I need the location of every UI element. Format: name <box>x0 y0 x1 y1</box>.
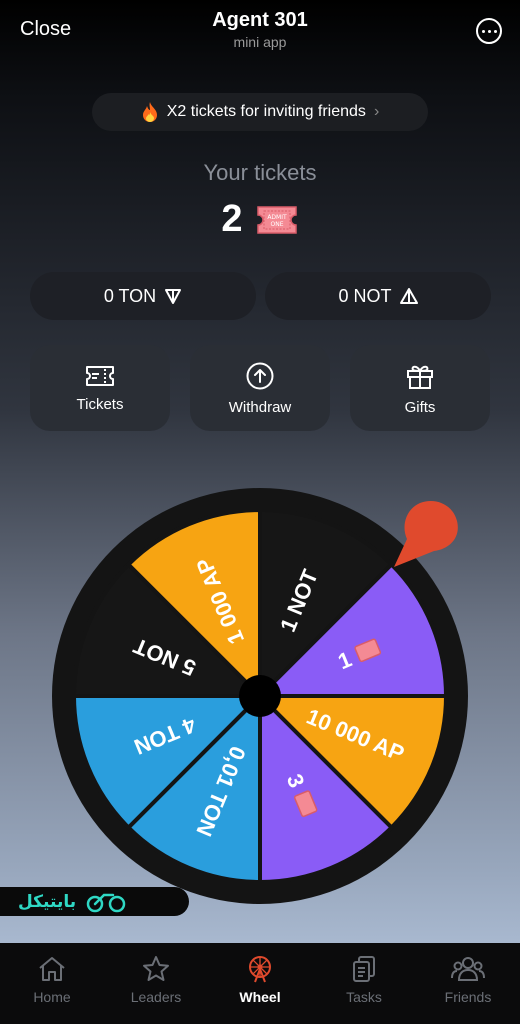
ferris-wheel-icon <box>249 956 271 983</box>
app-title: Agent 301 <box>212 9 308 31</box>
watermark-text: بایتیکل <box>18 891 77 911</box>
svg-text:ADMIT: ADMIT <box>267 214 287 221</box>
gift-icon <box>407 365 433 389</box>
nav-leaders-label: Leaders <box>130 989 182 1005</box>
wheel-hub <box>239 675 281 717</box>
nav-home-label: Home <box>33 989 71 1005</box>
gifts-button-label: Gifts <box>404 398 436 416</box>
watermark-logo: بایتیکل <box>0 887 189 916</box>
arrow-up-circle-icon <box>246 362 274 389</box>
nav-friends-label: Friends <box>444 989 492 1005</box>
nav-tasks-label: Tasks <box>346 989 382 1005</box>
not-icon <box>399 288 418 304</box>
nav-wheel[interactable]: Wheel <box>208 943 312 1024</box>
friends-icon <box>451 957 485 981</box>
fire-icon <box>142 102 157 122</box>
tickets-counter: 2 ADMIT ONE <box>0 198 520 241</box>
nav-tasks[interactable]: Tasks <box>312 943 416 1024</box>
home-icon <box>39 957 65 981</box>
promo-text: X2 tickets for inviting friends <box>166 103 366 120</box>
tickets-button[interactable]: Tickets <box>30 345 170 431</box>
nav-friends[interactable]: Friends <box>416 943 520 1024</box>
tickets-button-label: Tickets <box>76 395 124 413</box>
ticket-icon <box>86 365 114 386</box>
not-balance-value: 0 NOT <box>338 285 392 306</box>
ton-icon <box>165 289 182 304</box>
more-options-button[interactable] <box>476 18 502 44</box>
bicycle-logo-icon <box>86 893 126 912</box>
not-balance: 0 NOT <box>265 272 491 320</box>
tickets-count: 2 <box>221 198 243 240</box>
gifts-button[interactable]: Gifts <box>350 345 490 431</box>
withdraw-button-label: Withdraw <box>228 398 292 416</box>
admit-one-ticket-icon: ADMIT ONE <box>256 205 297 234</box>
ton-balance-value: 0 TON <box>103 285 157 306</box>
app-subtitle: mini app <box>233 34 287 50</box>
invite-promo-banner[interactable]: X2 tickets for inviting friends › <box>92 93 428 131</box>
bottom-nav: Home Leaders Wheel Tasks Friends <box>0 943 520 1024</box>
tasks-icon <box>353 956 375 982</box>
chevron-right-icon: › <box>373 103 380 120</box>
svg-text:ONE: ONE <box>270 221 283 228</box>
tickets-label: Your tickets <box>203 160 317 185</box>
ton-balance: 0 TON <box>30 272 256 320</box>
wheel-pointer <box>394 501 458 567</box>
nav-wheel-label: Wheel <box>239 989 281 1005</box>
nav-leaders[interactable]: Leaders <box>104 943 208 1024</box>
nav-home[interactable]: Home <box>0 943 104 1024</box>
star-icon <box>143 956 169 981</box>
withdraw-button[interactable]: Withdraw <box>190 345 330 431</box>
